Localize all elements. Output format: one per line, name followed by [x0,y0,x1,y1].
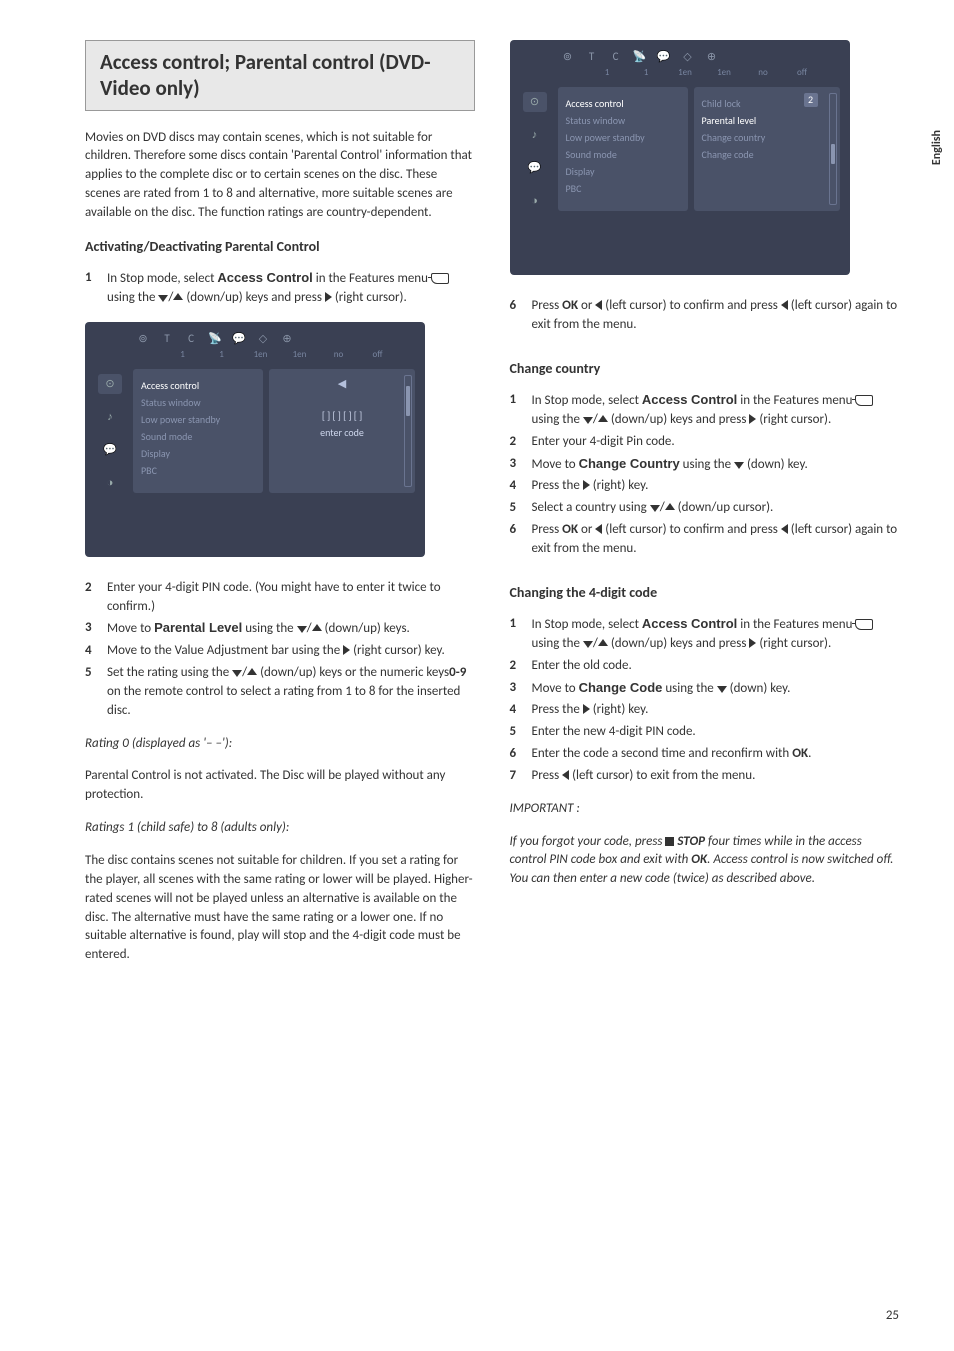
ss-menu-left: Access control Status window Low power s… [558,87,688,211]
ss-side-icon: ◑ [523,191,547,211]
features-icon [855,619,873,630]
tab-icon: 💬 [654,50,674,64]
tab-icon: 📡 [205,332,225,346]
section-change-code-heading: Changing the 4-digit code [510,583,900,603]
steps-change-country: 1 In Stop mode, select Access Control in… [510,391,900,559]
section-change-country-heading: Change country [510,359,900,379]
section-activating-heading: Activating/Deactivating Parental Control [85,237,475,257]
tab-icon: 📡 [630,50,650,64]
features-icon [855,395,873,406]
steps-activating-cont: 2Enter your 4-digit PIN code. (You might… [85,579,475,721]
steps-change-code: 1 In Stop mode, select Access Control in… [510,615,900,786]
steps-confirm: 6 Press OK or (left cursor) to confirm a… [510,297,900,335]
ss-side-icon: ◑ [98,473,122,493]
tab-icon: 💬 [229,332,249,346]
ss-side-icon: 💬 [523,158,547,178]
tab-icon: ◇ [678,50,698,64]
screenshot-enter-code: ⊚ T C 📡 💬 ◇ ⊕ 1 1 1en 1en no off ⊙ ♪ [85,322,425,557]
screenshot-parental-level: ⊚ T C 📡 💬 ◇ ⊕ 1 1 1en 1en no off ⊙ ♪ [510,40,850,275]
rating0-heading: Rating 0 (displayed as '– –'): [85,735,475,754]
ss-side-icon: ♪ [98,407,122,427]
intro-text: Movies on DVD discs may contain scenes, … [85,129,475,223]
tab-icon: ◇ [253,332,273,346]
language-sidebar: English [929,130,946,165]
tab-icon: T [582,50,602,64]
ss-side-icon: ⊙ [523,92,547,112]
rating1-heading: Ratings 1 (child safe) to 8 (adults only… [85,819,475,838]
tab-icon: T [157,332,177,346]
tab-icon: C [606,50,626,64]
page-number: 25 [886,1307,899,1326]
ss-side-icon: ♪ [523,125,547,145]
rating-badge: 2 [804,93,818,107]
important-body: If you forgot your code, press STOP four… [510,833,900,890]
ss-menu-right: ◀ [ ] [ ] [ ] [ ] enter code [269,369,415,493]
steps-activating: 1 In Stop mode, select Access Control in… [85,269,475,308]
features-icon [431,273,449,284]
left-column: Access control; Parental control (DVD-Vi… [85,40,475,979]
important-heading: IMPORTANT : [510,800,900,819]
tab-icon: C [181,332,201,346]
rating0-body: Parental Control is not activated. The D… [85,767,475,805]
rating1-body: The disc contains scenes not suitable fo… [85,852,475,965]
ss-menu-right: Child lock Parental level Change country… [694,87,840,211]
tab-icon: ⊚ [133,332,153,346]
ss-side-icon: 💬 [98,440,122,460]
ss-menu-left: Access control Status window Low power s… [133,369,263,493]
ss-side-icon: ⊙ [98,374,122,394]
title-box: Access control; Parental control (DVD-Vi… [85,40,475,111]
tab-icon: ⊕ [277,332,297,346]
tab-icon: ⊕ [702,50,722,64]
right-column: ⊚ T C 📡 💬 ◇ ⊕ 1 1 1en 1en no off ⊙ ♪ [510,40,900,979]
tab-icon: ⊚ [558,50,578,64]
page-title: Access control; Parental control (DVD-Vi… [100,49,460,102]
